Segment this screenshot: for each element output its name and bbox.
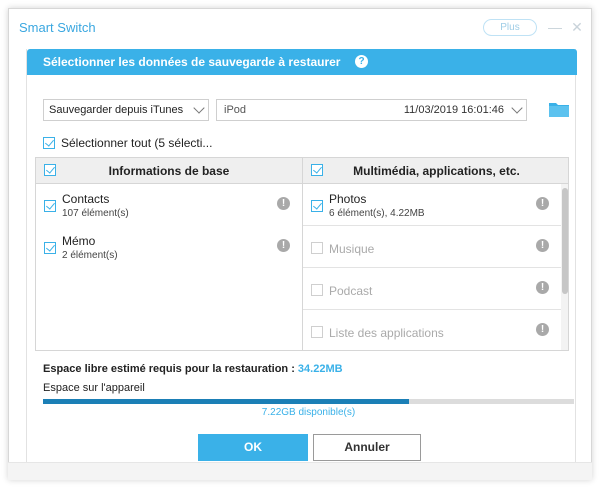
app-title: Smart Switch [19,20,96,35]
info-icon[interactable]: ! [536,323,549,336]
storage-progress-bar [43,399,574,404]
device-name: iPod [224,104,247,116]
multimedia-header-label: Multimédia, applications, etc. [353,164,520,178]
chevron-down-icon [193,102,205,114]
multimedia-list: Photos 6 élément(s), 4.22MB ! Musique ! … [303,184,561,350]
restore-dialog: Sélectionner les données de sauvegarde à… [26,49,577,471]
required-space-value: 34.22MB [297,363,343,375]
scrollbar-thumb[interactable] [562,188,568,294]
info-icon[interactable]: ! [536,281,549,294]
checkbox-checked-icon [43,136,55,149]
backup-device-select[interactable]: iPod 11/03/2019 16:01:46 [216,99,527,121]
podcast-checkbox[interactable] [311,284,323,296]
contacts-checkbox[interactable] [44,200,56,212]
basic-info-header-label: Informations de base [108,164,230,178]
storage-progress-fill [43,399,410,404]
ok-button[interactable]: OK [198,434,308,461]
info-icon[interactable]: ! [536,239,549,252]
list-item-contacts[interactable]: Contacts 107 élément(s) ! [36,184,302,226]
required-space-text: Espace libre estimé requis pour la resta… [43,363,343,375]
item-name: Contacts [62,192,110,206]
item-detail: 107 élément(s) [62,208,129,219]
item-name: Musique [329,242,375,256]
available-space-text: 7.22GB disponible(s) [261,407,356,418]
close-icon[interactable]: ✕ [569,19,585,35]
plus-button[interactable]: Plus [483,19,537,36]
list-item-memo[interactable]: Mémo 2 élément(s) ! [36,226,302,268]
item-detail: 6 élément(s), 4.22MB [329,208,425,219]
memo-checkbox[interactable] [44,242,56,254]
title-bar: Smart Switch Plus — ✕ [9,9,593,47]
item-name: Podcast [329,284,373,298]
item-name: Mémo [62,234,96,248]
select-all-label: Sélectionner tout (5 sélecti... [61,135,213,150]
list-item-podcast[interactable]: Podcast ! [303,268,561,310]
select-all-checkbox[interactable]: Sélectionner tout (5 sélecti... [43,135,212,150]
item-name: Liste des applications [329,326,444,340]
list-scrollbar[interactable] [561,184,568,350]
info-icon[interactable]: ! [277,197,290,210]
minimize-icon[interactable]: — [547,19,563,35]
backup-source-select[interactable]: Sauvegarder depuis iTunes [43,99,209,121]
info-icon[interactable]: ! [536,197,549,210]
help-icon[interactable]: ? [355,55,368,68]
folder-icon[interactable] [548,101,570,118]
photos-checkbox[interactable] [311,200,323,212]
device-space-label: Espace sur l'appareil [43,382,145,394]
music-checkbox[interactable] [311,242,323,254]
list-item-applications[interactable]: Liste des applications ! [303,310,561,350]
item-name: Photos [329,192,367,206]
data-selection-table: Informations de base Multimédia, applica… [35,157,569,351]
backup-source-value: Sauvegarder depuis iTunes [49,104,184,116]
backup-date: 11/03/2019 16:01:46 [403,104,504,116]
cancel-button[interactable]: Annuler [313,434,421,461]
basic-info-list: Contacts 107 élément(s) ! Mémo 2 élément… [36,184,303,350]
window-footer [8,462,592,480]
smart-switch-window: Smart Switch Plus — ✕ Sélectionner les d… [8,8,592,480]
dialog-title: Sélectionner les données de sauvegarde à… [43,55,341,69]
list-item-photos[interactable]: Photos 6 élément(s), 4.22MB ! [303,184,561,226]
applications-checkbox[interactable] [311,326,323,338]
item-detail: 2 élément(s) [62,250,118,261]
required-space-label: Espace libre estimé requis pour la resta… [43,363,298,375]
basic-info-header: Informations de base [36,158,303,184]
dialog-header: Sélectionner les données de sauvegarde à… [27,49,577,75]
info-icon[interactable]: ! [277,239,290,252]
chevron-down-icon [511,102,523,114]
list-item-music[interactable]: Musique ! [303,226,561,268]
multimedia-header: Multimédia, applications, etc. [303,158,568,184]
